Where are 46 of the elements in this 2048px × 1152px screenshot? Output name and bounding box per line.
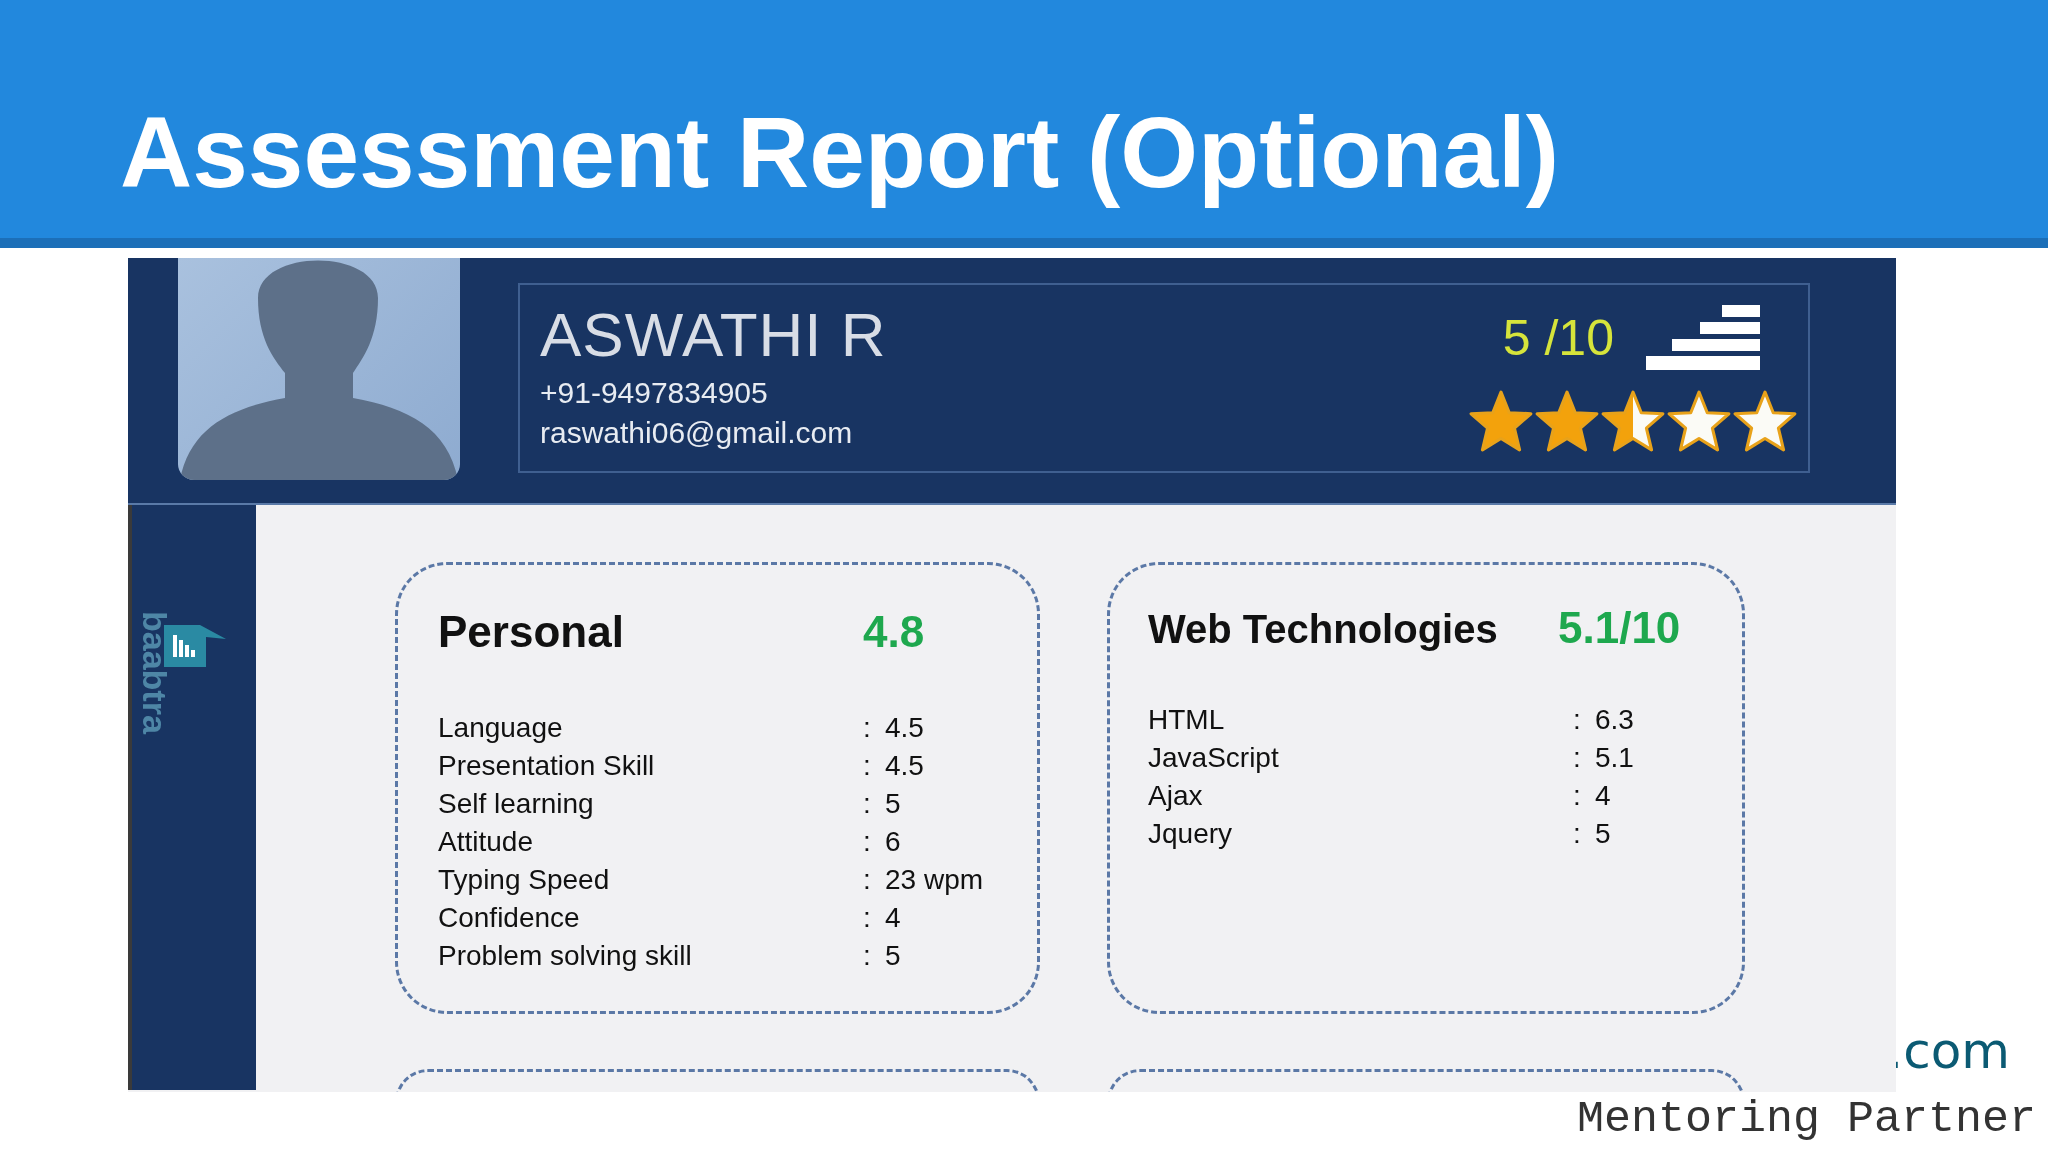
email-address: raswathi06@gmail.com bbox=[540, 415, 854, 451]
student-name: ASWATHI R bbox=[540, 299, 887, 371]
skill-value: 6.3 bbox=[1595, 703, 1634, 737]
separator: : bbox=[863, 711, 872, 745]
separator: : bbox=[863, 825, 872, 859]
skill-value: 5 bbox=[1595, 817, 1611, 851]
phone-number: +91-9497834905 bbox=[540, 375, 769, 411]
skill-value: 4.5 bbox=[885, 749, 924, 783]
skill-label: Ajax bbox=[1148, 779, 1204, 813]
skill-label: Attitude bbox=[438, 825, 534, 859]
skill-value: 4.5 bbox=[885, 711, 924, 745]
separator: : bbox=[863, 787, 872, 821]
separator: : bbox=[863, 939, 872, 973]
skill-value: 5.1 bbox=[1595, 741, 1634, 775]
skill-label: Problem solving skill bbox=[438, 939, 693, 973]
skill-value: 6 bbox=[885, 825, 901, 859]
section-score: 5.1/10 bbox=[1558, 603, 1681, 653]
overall-score: 5 /10 bbox=[1502, 309, 1614, 367]
separator: : bbox=[1573, 703, 1582, 737]
avatar-silhouette-icon bbox=[178, 258, 460, 480]
skill-label: Language bbox=[438, 711, 564, 745]
skill-value: 5 bbox=[885, 939, 901, 973]
tagline: Mentoring Partner bbox=[1576, 1094, 2036, 1145]
skill-label: Jquery bbox=[1148, 817, 1234, 851]
skill-label: JavaScript bbox=[1148, 741, 1280, 775]
separator: : bbox=[1573, 817, 1582, 851]
separator: : bbox=[863, 863, 872, 897]
skill-label: Presentation Skill bbox=[438, 749, 656, 783]
section-score: 4.8 bbox=[863, 607, 925, 657]
skill-label: Self learning bbox=[438, 787, 595, 821]
separator: : bbox=[863, 901, 872, 935]
slide-title: Assessment Report (Optional) bbox=[120, 94, 1560, 210]
skill-label: Confidence bbox=[438, 901, 581, 935]
skill-value: 4 bbox=[1595, 779, 1611, 813]
separator: : bbox=[1573, 779, 1582, 813]
separator: : bbox=[863, 749, 872, 783]
section-title: Personal bbox=[438, 607, 625, 657]
section-title: Web Technologies bbox=[1148, 607, 1499, 652]
skill-value: 4 bbox=[885, 901, 901, 935]
logo-text: baabtra bbox=[135, 611, 174, 734]
skill-label: HTML bbox=[1148, 703, 1226, 737]
skill-label: Typing Speed bbox=[438, 863, 611, 897]
separator: : bbox=[1573, 741, 1582, 775]
level-bars-icon bbox=[1646, 305, 1760, 371]
skill-value: 5 bbox=[885, 787, 901, 821]
skill-value: 23 wpm bbox=[885, 863, 984, 897]
